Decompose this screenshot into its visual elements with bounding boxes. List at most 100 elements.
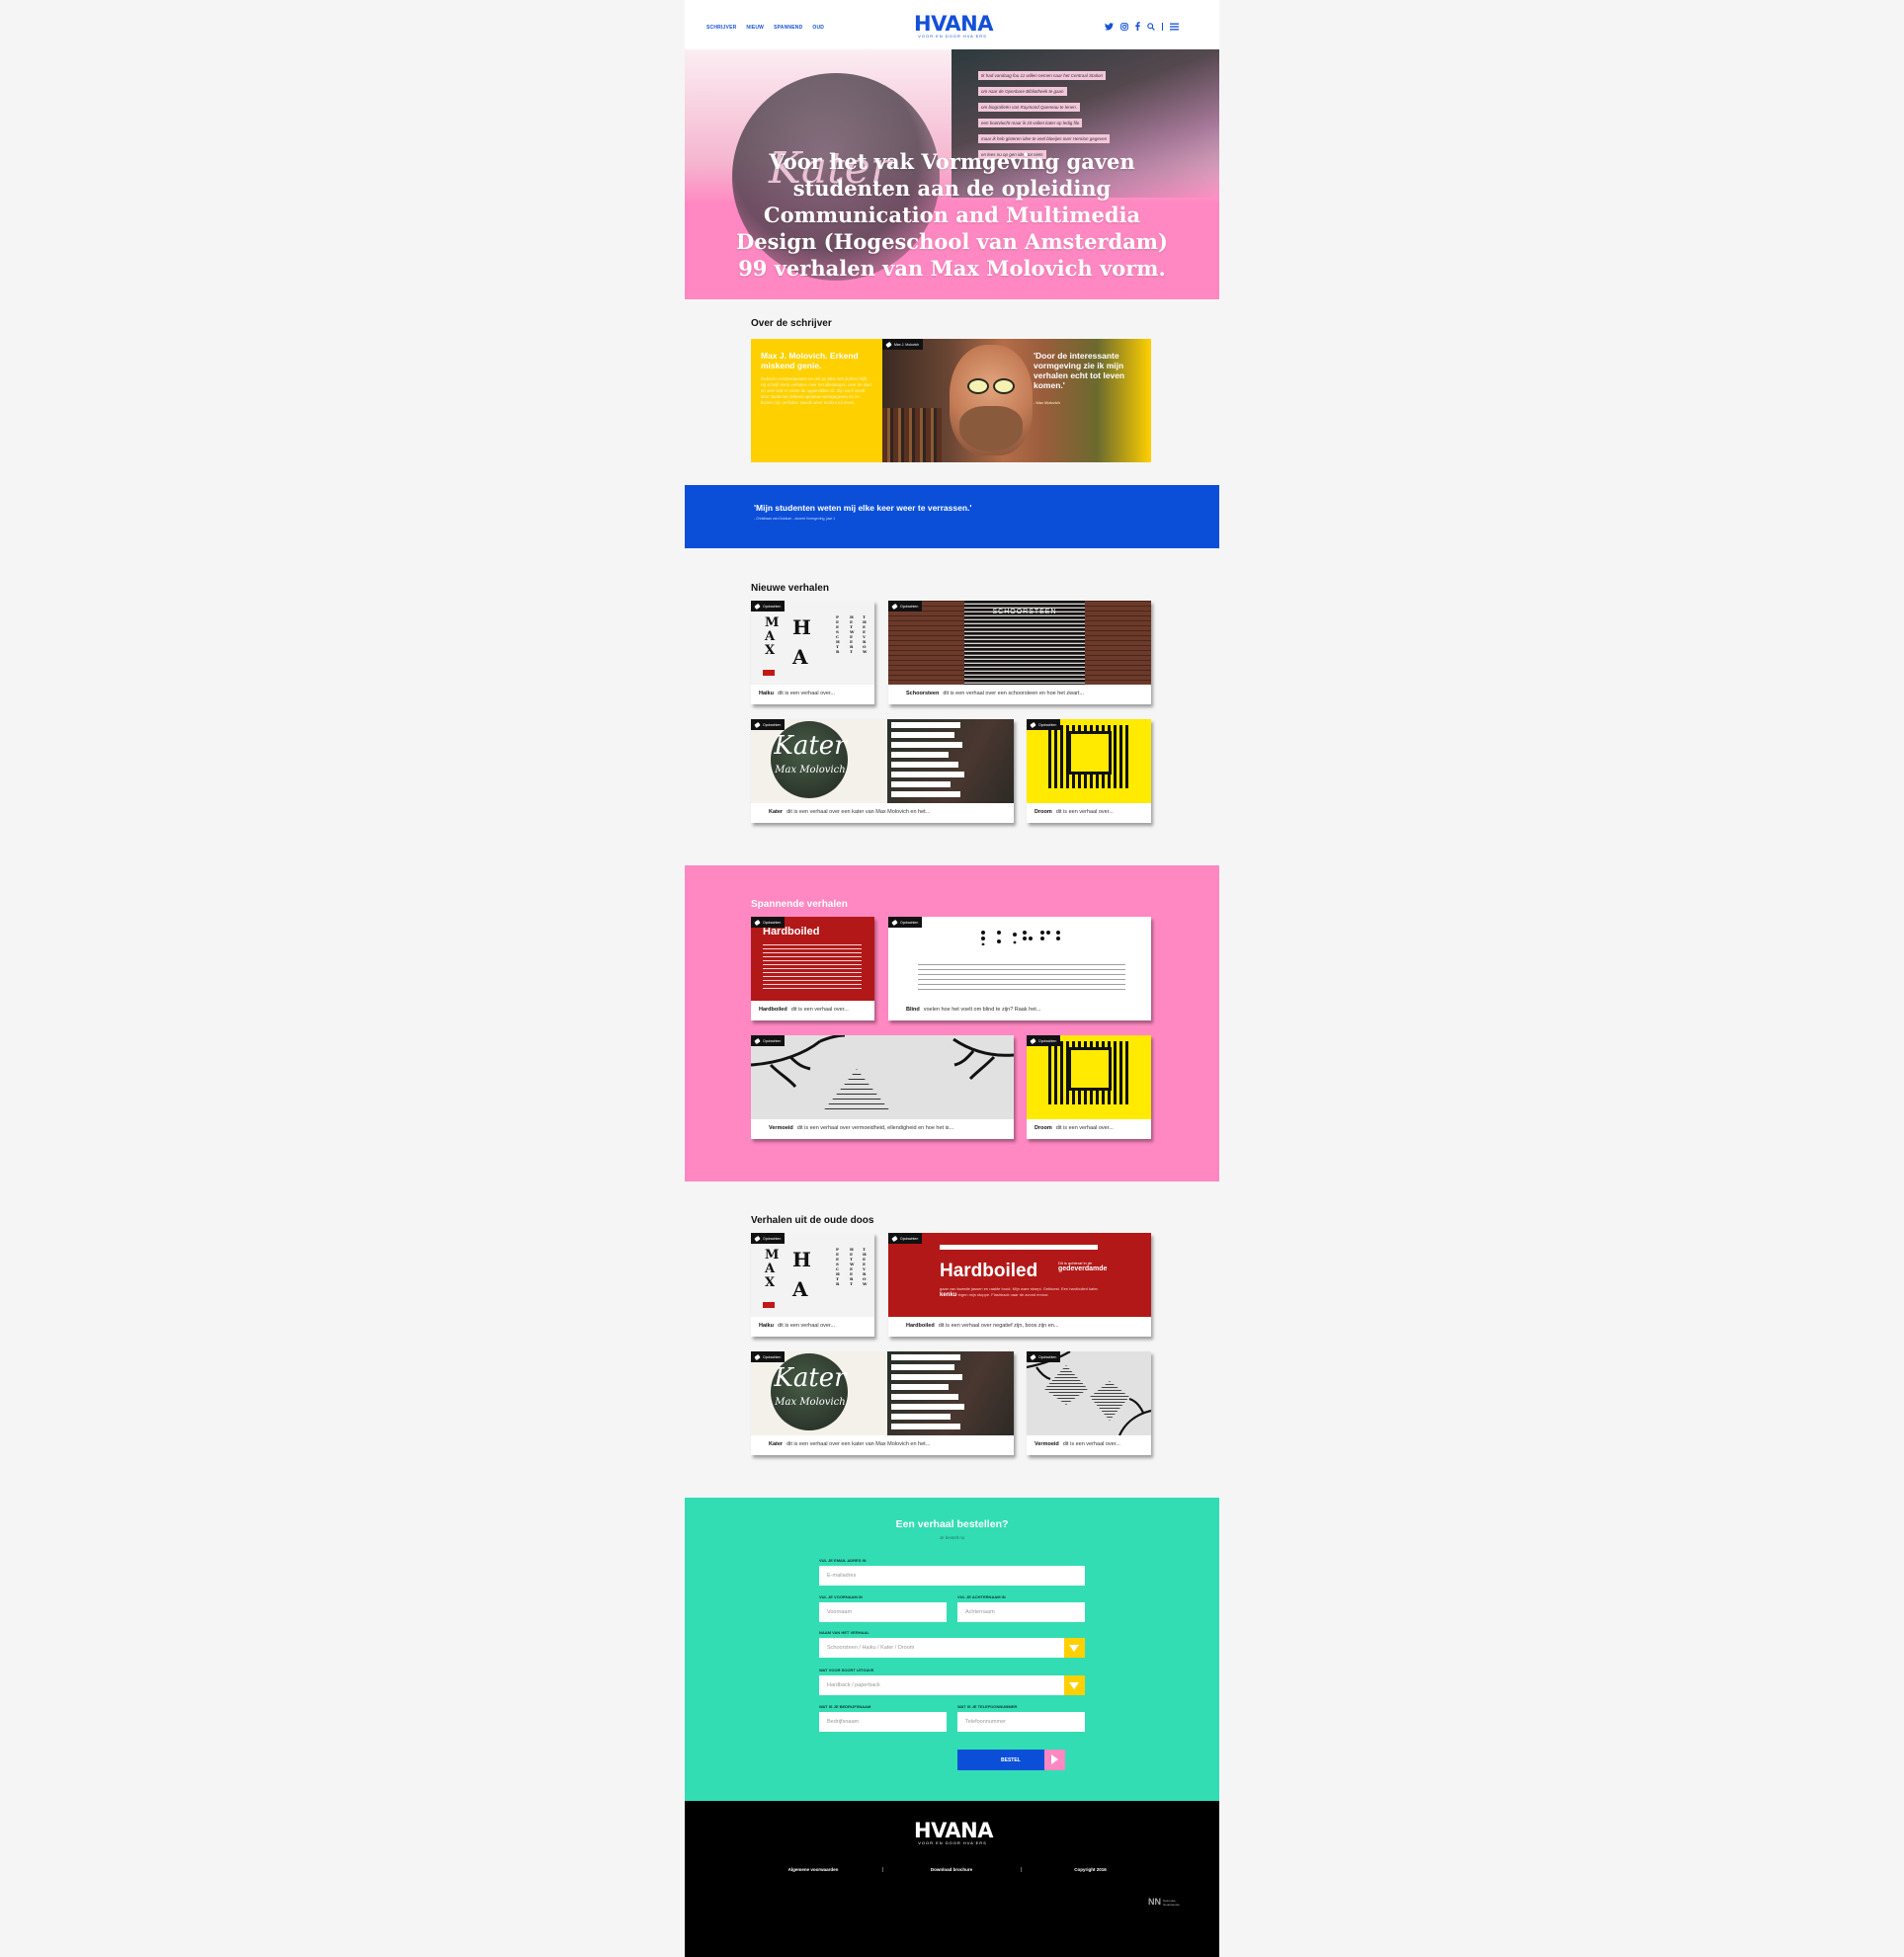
story-card-hardboiled[interactable]: Hardboiled Dit is achteraf in de gedeverd…: [888, 1233, 1151, 1337]
story-card-droom[interactable]: Opdrachten Droom dit is een verhaal over.…: [1027, 719, 1151, 823]
footer-logo-tagline: VOOR EN DOOR HVA'ERS: [918, 1840, 987, 1845]
story-image: MAX HA PEESCHTR HETWEERT THEEVROW Opdrac…: [751, 601, 874, 685]
story-desc: dit is een verhaal over...: [1055, 809, 1114, 815]
nav-schrijver[interactable]: SCHRIJVER: [706, 25, 736, 31]
company-field[interactable]: Bedrijfsnaam: [819, 1712, 947, 1732]
story-card-schoorsteen[interactable]: SCHOORSTEEN Opdrachten Schoorsteen dit is…: [888, 601, 1151, 704]
story-card-hardboiled[interactable]: Hardboiled Opdrachten Hardboiled dit is e…: [751, 917, 874, 1020]
nav-oud[interactable]: OUD: [812, 25, 824, 31]
story-image: Opdrachten: [1027, 1035, 1151, 1119]
story-card-vermoeid[interactable]: Opdrachten Vermoeid dit is een verhaal ov…: [751, 1035, 1014, 1139]
story-image: Hardboiled Dit is achteraf in de gedeverd…: [888, 1233, 1151, 1317]
story-card-vermoeid[interactable]: Opdrachten Vermoeid dit is een verhaal ov…: [1027, 1351, 1151, 1455]
main-nav: SCHRIJVER NIEUW SPANNEND OUD: [706, 25, 824, 31]
story-image: Opdrachten: [751, 1035, 1014, 1119]
story-desc: dit is een verhaal over...: [777, 1323, 836, 1329]
story-caption: Schoorsteen dit is een verhaal over een s…: [888, 685, 1151, 704]
text-strip: [891, 722, 960, 728]
instagram-icon[interactable]: [1120, 22, 1128, 31]
edition-select-chevron-icon[interactable]: [1064, 1675, 1085, 1695]
droom-square: [1068, 731, 1112, 775]
submit-label: BESTEL: [1001, 1756, 1021, 1763]
story-card-haiku[interactable]: MAX HA PEESCHTR HETWEERT THEEVROW Opdrac…: [751, 1233, 874, 1337]
story-caption: Haiku dit is een verhaal over...: [751, 685, 874, 704]
footer-link-brochure[interactable]: Download brochure: [883, 1867, 1022, 1872]
story-select[interactable]: Schoorsteen / Haiku / Kater / Droom: [819, 1638, 1064, 1658]
story-card-haiku[interactable]: MAX HA PEESCHTR HETWEERT THEEVROW Opdrac…: [751, 601, 874, 704]
edition-select[interactable]: Hardback / paperback: [819, 1675, 1064, 1695]
story-card-droom[interactable]: Opdrachten Droom dit is een verhaal over.…: [1027, 1035, 1151, 1139]
footer-link-terms[interactable]: Algemene voorwaarden: [745, 1867, 883, 1872]
story-name: Vermoeid: [1035, 1441, 1059, 1447]
teacher-quote: 'Mijn studenten weten mij elke keer weer…: [754, 503, 972, 513]
braille-dots: [981, 931, 1060, 945]
story-desc: dit is een verhaal over...: [1055, 1125, 1114, 1131]
story-caption: Blind voelen hoe het voelt om blind te zi…: [888, 1001, 1151, 1020]
haiku-letters: HA: [792, 1248, 811, 1301]
email-field[interactable]: E-mailadres: [819, 1566, 1085, 1586]
text-strip: [891, 1394, 958, 1400]
text-strip: [891, 1424, 960, 1429]
story-tag: Opdrachten: [888, 601, 923, 612]
nav-nieuw[interactable]: NIEUW: [746, 25, 764, 31]
hardboiled-body-bold: kenku: [940, 1291, 957, 1298]
exciting-stories-section: Spannende verhalen Hardboiled Opdrachten…: [685, 865, 1219, 1182]
author-portrait: [950, 345, 1033, 455]
story-card-blind[interactable]: Opdrachten Blind voelen hoe het voelt om …: [888, 917, 1151, 1020]
phone-label: WAT IS JE TELEFOONNUMMER: [957, 1704, 1018, 1709]
facebook-icon[interactable]: [1135, 22, 1140, 31]
story-name: Blind: [906, 1007, 920, 1013]
haiku-column: PEESCHTR: [836, 614, 840, 654]
story-caption: Hardboiled dit is een verhaal over negati…: [888, 1317, 1151, 1337]
story-tag-label: Opdrachten: [763, 1236, 782, 1241]
author-quote: 'Door de interessante vormgeving zie ik …: [1034, 351, 1142, 408]
first-name-field[interactable]: Voornaam: [819, 1602, 947, 1622]
search-icon[interactable]: [1147, 22, 1155, 31]
twitter-icon[interactable]: [1105, 22, 1114, 31]
story-card-kater[interactable]: Kater Max Molovich Opdrachten Kater dit i…: [751, 719, 1014, 823]
tag-icon: [754, 721, 761, 728]
about-intro: Max J. Molovich. Erkend miskend genie. G…: [751, 339, 882, 462]
story-caption: Haiku dit is een verhaal over...: [751, 1317, 874, 1337]
beard: [959, 406, 1023, 451]
story-tag-label: Opdrachten: [1038, 722, 1057, 727]
author-quote-text: 'Door de interessante vormgeving zie ik …: [1034, 351, 1125, 390]
story-select-chevron-icon[interactable]: [1064, 1638, 1085, 1658]
text-strip: [891, 1404, 964, 1410]
order-submit-button[interactable]: BESTEL: [957, 1750, 1065, 1770]
story-caption: Vermoeid dit is een verhaal over vermoeid…: [751, 1119, 1014, 1139]
story-caption: Droom dit is een verhaal over...: [1027, 1119, 1151, 1139]
blind-body-text: [918, 964, 1125, 994]
menu-icon[interactable]: [1170, 23, 1179, 31]
phone-field[interactable]: Telefoonnummer: [957, 1712, 1085, 1732]
story-name: Kater: [769, 809, 784, 815]
droom-square: [1068, 1047, 1112, 1091]
kater-title: Kater: [774, 731, 847, 761]
story-tag-label: Opdrachten: [1038, 1038, 1057, 1043]
header-divider: [1162, 22, 1163, 31]
story-tag-label: Opdrachten: [763, 1038, 782, 1043]
story-card-kater[interactable]: Kater Max Molovich Opdrachten Kater dit i…: [751, 1351, 1014, 1455]
site-logo[interactable]: HVANA VOOR EN DOOR HVA'ERS: [914, 14, 993, 40]
hardboiled-body-part: tegen mijn stoppe. Flashback naar de avo…: [957, 1291, 1049, 1297]
footer-logo[interactable]: HVANA VOOR EN DOOR HVA'ERS: [914, 1821, 993, 1846]
story-tag-label: Opdrachten: [763, 722, 782, 727]
last-name-field[interactable]: Achternaam: [957, 1602, 1085, 1622]
nav-spannend[interactable]: SPANNEND: [774, 25, 802, 31]
tag-icon: [1030, 1353, 1036, 1360]
hardboiled-body-text: [763, 944, 862, 992]
text-strip: [891, 1354, 960, 1360]
story-desc: dit is een verhaal over een kater van Ma…: [786, 1441, 931, 1447]
last-name-label: VUL JE ACHTERNAAM IN: [957, 1594, 1006, 1599]
tag-icon: [891, 919, 898, 926]
story-tag: Opdrachten: [1027, 719, 1061, 730]
story-desc: dit is een verhaal over...: [1062, 1441, 1120, 1447]
about-card[interactable]: Max J. Molovich. Erkend miskend genie. G…: [751, 339, 1151, 462]
tag-icon: [754, 1235, 761, 1242]
story-tag-label: Opdrachten: [763, 1354, 782, 1359]
text-strip: [891, 772, 964, 777]
story-caption: Hardboiled dit is een verhaal over...: [751, 1001, 874, 1020]
story-tag-label: Opdrachten: [900, 1236, 919, 1241]
story-desc: dit is een verhaal over een kater van Ma…: [786, 809, 931, 815]
hero-strip: een bootvlucht maar ik zit vollen kater …: [978, 119, 1083, 127]
